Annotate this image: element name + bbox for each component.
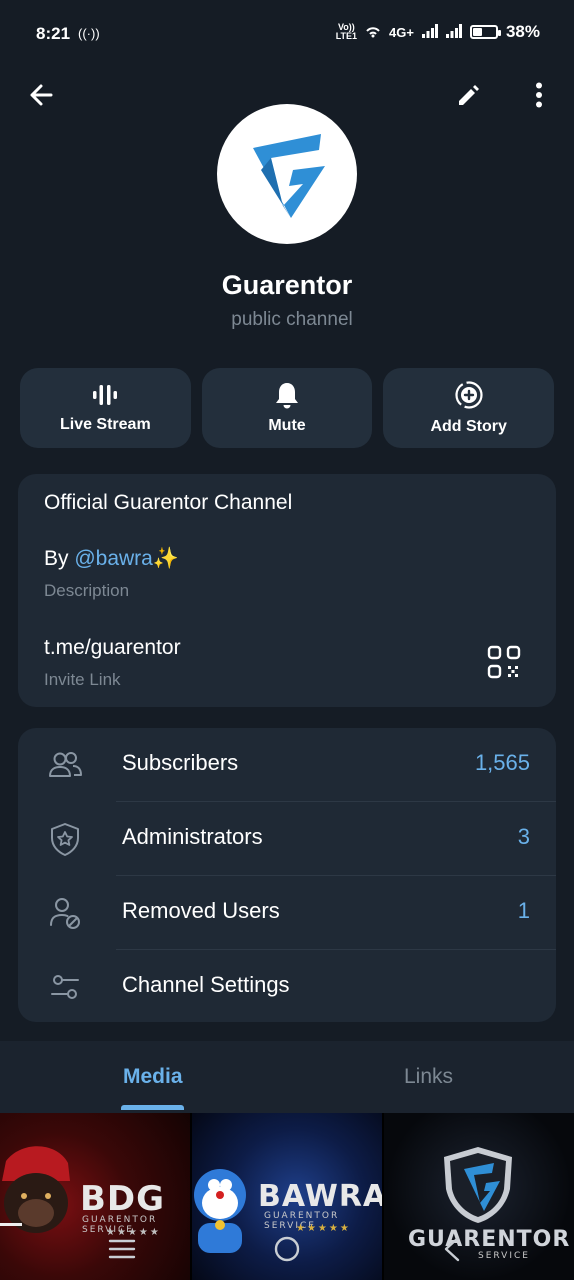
users-icon [49,752,82,777]
active-tab-indicator [121,1105,184,1110]
channel-title: Guarentor [221,270,353,300]
wifi-icon [365,24,381,41]
tab-links[interactable]: Links [404,1065,453,1089]
channel-info-card: Official Guarentor Channel By @bawra✨ De… [18,474,556,707]
media-item[interactable]: BDG GUARENTOR SERVICE ★★★★★ [0,1113,190,1280]
ape-figure [0,1146,70,1233]
removed-users-label: Removed Users [122,898,280,923]
media-sub-text: SERVICE [478,1251,530,1261]
media-brand-text: BAWRA [258,1179,382,1214]
action-buttons: Live Stream Mute Add Story [20,368,555,448]
status-time: 8:21 [36,24,71,43]
owner-handle-link[interactable]: @bawra [74,547,153,570]
recents-icon[interactable] [108,1238,136,1260]
invite-link[interactable]: t.me/guarentor [44,636,181,660]
channel-manage-card: Subscribers 1,565 Administrators 3 Remov… [18,728,556,1022]
hotspot-icon: ((·)) [78,26,100,41]
shield-logo-icon [444,1147,512,1223]
removed-users-row[interactable]: Removed Users 1 [18,876,556,950]
pencil-icon [459,85,479,105]
add-story-label: Add Story [430,418,507,435]
channel-settings-row[interactable]: Channel Settings [18,950,556,1024]
channel-avatar[interactable] [217,104,357,244]
shield-star-icon [51,823,79,856]
add-story-icon [455,381,483,409]
signal-icon-2 [445,23,462,41]
channel-settings-label: Channel Settings [122,972,290,997]
home-icon[interactable] [273,1235,301,1263]
status-bar: 8:21 ((·)) Vo)) LTE1 4G+ 38% [0,0,574,66]
by-prefix: By [44,547,75,570]
volte-icon: Vo)) LTE1 [335,22,358,41]
channel-subtitle: public channel [231,309,353,330]
live-stream-button[interactable]: Live Stream [20,368,191,448]
media-brand-text: BDG [80,1179,166,1219]
channel-owner-line: By @bawra✨ [44,547,179,571]
signal-icon-1 [421,23,438,41]
back-button[interactable] [22,76,60,114]
edit-button[interactable] [450,76,488,114]
channel-description: Official Guarentor Channel [44,491,293,514]
invite-link-label: Invite Link [44,670,121,689]
more-options-button[interactable] [520,76,558,114]
battery-icon [469,25,501,39]
subscribers-label: Subscribers [122,750,239,775]
user-blocked-icon [50,898,80,929]
tab-media[interactable]: Media [123,1065,183,1089]
battery-percent: 38% [505,22,540,41]
stars-icon: ★★★★★ [296,1223,351,1234]
bell-icon [276,383,298,409]
network-type: 4G+ [389,24,414,40]
sparkles-emoji: ✨ [152,547,180,570]
guarentor-logo-icon [253,134,325,218]
stars-icon: ★★★★★ [106,1227,161,1238]
subscribers-count: 1,565 [474,750,530,775]
mute-button[interactable]: Mute [201,368,373,448]
mute-label: Mute [268,417,306,434]
back-nav-icon[interactable] [443,1236,461,1262]
add-story-button[interactable]: Add Story [383,368,555,448]
arrow-left-icon [30,84,53,106]
media-item[interactable]: GUARENTOR SERVICE [384,1113,574,1280]
media-tabs: Media Links [0,1041,574,1113]
administrators-row[interactable]: Administrators 3 [18,802,556,876]
media-brand-text: GUARENTOR [408,1227,571,1252]
qr-code-icon [487,645,521,679]
vertical-dots-icon [536,82,542,108]
qr-code-button[interactable] [486,644,522,680]
live-stream-label: Live Stream [59,416,151,433]
sliders-icon [51,975,79,999]
description-label: Description [44,581,130,600]
administrators-label: Administrators [122,824,263,849]
subscribers-row[interactable]: Subscribers 1,565 [18,728,556,802]
administrators-count: 3 [517,824,530,849]
cartoon-figure [194,1169,246,1253]
live-stream-icon [93,385,118,405]
removed-users-count: 1 [517,898,530,923]
status-indicators: Vo)) LTE1 4G+ 38% [336,22,540,42]
